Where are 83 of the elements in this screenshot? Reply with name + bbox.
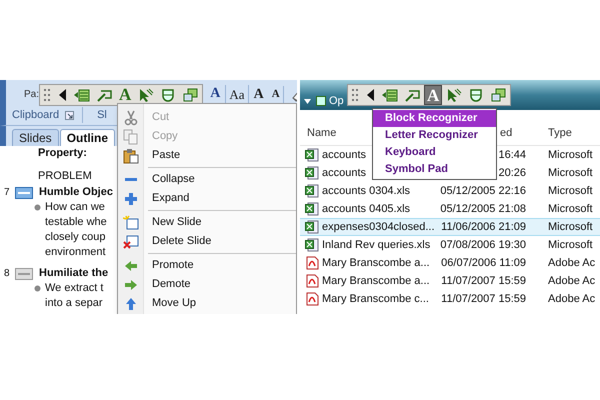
type-cell-text: Microsoft [547,184,593,199]
outline-text: Property: [38,146,87,161]
group-label: Clipboard [12,108,60,123]
bullet-text: environment [45,245,107,260]
menu-item[interactable]: Move Up [118,294,296,313]
spreadsheet-icon [305,148,319,162]
spreadsheet-icon [305,166,319,180]
file-name: Mary Branscombe c... [322,292,429,307]
file-row[interactable]: expenses0304closed... 11/06/2006 21:09 Microsoft [300,218,600,236]
bullet-icon [34,285,41,292]
date-cell-text: 05/12/2005 22:16 [439,184,526,199]
menu-item[interactable]: Delete Slide [118,232,296,251]
file-name: accounts [322,148,366,163]
bullet-text: testable whe [45,215,107,230]
spreadsheet-icon [305,184,319,198]
file-name: accounts 0304.xls [322,184,410,199]
open-icon [316,96,326,106]
bullet-icon [34,204,41,211]
clipboard-icon [123,148,139,164]
menu-item[interactable]: Demote [118,275,296,294]
menu-item[interactable]: Promote [118,256,296,275]
type-cell-text: Microsoft [547,220,593,235]
type-cell-text: Adobe Ac [547,274,596,289]
file-name: Mary Branscombe a... [322,274,430,289]
date-cell-text: 11/06/2006 21:09 [440,220,526,235]
grow-font-button[interactable]: A [250,84,267,105]
copy-icon [123,128,139,144]
tool-button[interactable]: A [116,84,134,104]
up-arrow-icon [123,296,139,312]
plus-icon [123,190,139,206]
tab[interactable]: Slides [12,129,59,146]
menu-item[interactable]: Keyboard [373,144,496,161]
file-name: accounts 0405.xls [322,202,410,217]
menu-item[interactable]: Collapse [118,170,296,189]
menu-item[interactable]: Symbol Pad [373,161,496,178]
menu-item[interactable]: Block Recognizer [373,110,496,127]
date-cell-text: 16:44 [497,148,526,163]
bullet-text: into a separ [45,296,104,311]
tab[interactable]: Outline [60,129,116,146]
type-cell-text: Microsoft [547,202,593,217]
bullet-text: We extract t [45,281,104,296]
group-label: Sl [82,106,107,124]
pdf-icon [305,256,319,270]
paste-label: Pa: [24,88,40,102]
date-cell-text: 11/07/2007 15:59 [440,292,526,307]
spreadsheet-icon [305,220,319,234]
date-cell-text: 05/12/2005 21:08 [439,202,526,217]
outline-text: PROBLEM [38,169,92,184]
dialog-launcher-icon [65,110,74,120]
type-cell-text: Adobe Ac [547,292,596,307]
tool-button[interactable]: A [424,85,442,105]
menu-item[interactable]: New Slide [118,213,296,232]
spreadsheet-icon [305,202,319,216]
date-cell-text: 11/07/2007 15:59 [440,274,526,289]
menu-item[interactable]: Paste [118,146,296,165]
minus-icon [125,178,137,181]
column-header[interactable]: Type [548,124,572,141]
dropdown-arrow-icon [304,98,311,104]
date-cell-text: 06/07/2006 11:09 [440,256,526,271]
scissors-icon [123,110,139,126]
date-cell-text: 07/08/2006 19:30 [439,238,526,253]
pdf-icon [305,274,319,288]
file-name: accounts [322,166,366,181]
file-name: Mary Branscombe a... [322,256,430,271]
slide-title: Humiliate the [39,266,108,281]
file-name: Inland Rev queries.xls [322,238,430,253]
slide-number: 7 [4,186,11,200]
spreadsheet-icon [305,238,319,252]
type-cell-text: Microsoft [547,238,593,253]
slide-number: 8 [4,267,11,281]
slide-title: Humble Objec [39,185,113,200]
file-name: expenses0304closed... [322,220,435,235]
new-slide-icon [123,214,139,230]
type-cell-text: Microsoft [547,148,593,163]
bullet-text: closely coup [45,230,107,245]
menu-item[interactable]: Letter Recognizer [373,127,496,144]
type-cell-text: Adobe Ac [547,256,596,271]
open-button[interactable]: Op [329,92,344,110]
pdf-icon [305,292,319,306]
bullet-text: How can we [45,200,106,215]
menu-item[interactable]: Expand [118,189,296,208]
type-cell-text: Microsoft [547,166,593,181]
delete-slide-icon [123,234,139,250]
